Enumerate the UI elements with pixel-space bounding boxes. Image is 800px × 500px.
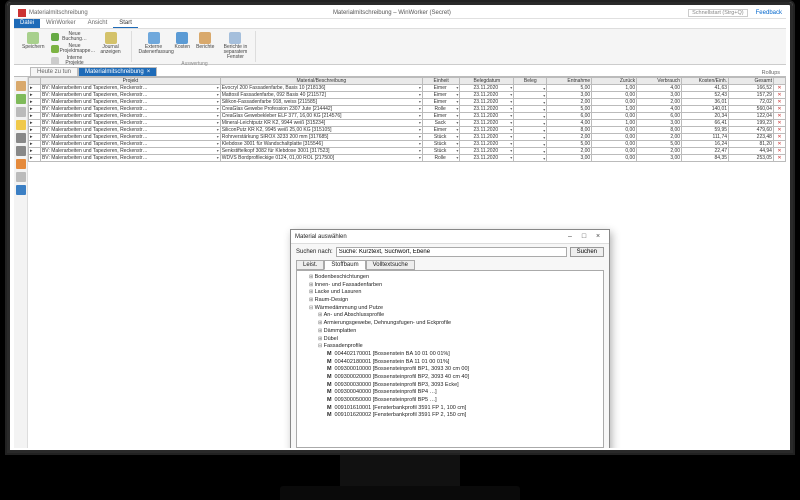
table-row[interactable]: ▸BV: Malerarbeiten und Tapezieren, Recke… (29, 127, 786, 134)
btn-kosten[interactable]: Kosten (173, 31, 193, 51)
minimize-icon[interactable]: – (563, 233, 577, 240)
folder-icon (51, 57, 59, 65)
tree-leaf[interactable]: M 009300040000 [Bossensteinprofil BP4 …] (327, 389, 600, 397)
table-row[interactable]: ▸BV: Malerarbeiten und Tapezieren, Recke… (29, 134, 786, 141)
quick-access[interactable]: Schnellstart (Strg+Q) (688, 9, 748, 17)
tree-node[interactable]: Innen- und Fassadenfarben (309, 282, 600, 290)
table-row[interactable]: ▸BV: Malerarbeiten und Tapezieren, Recke… (29, 85, 786, 92)
folder-plus-icon (51, 45, 59, 53)
maximize-icon[interactable]: □ (577, 233, 591, 240)
sidebar-icon-8[interactable] (16, 172, 26, 182)
title-left: Materialmitschreibung (29, 10, 88, 16)
tree-leaf[interactable]: M 009101620002 [Fensterbankprofil 3591 F… (327, 412, 600, 420)
sidebar-icon-1[interactable] (16, 81, 26, 91)
sidebar-icon-6[interactable] (16, 146, 26, 156)
group-auswertung-label: Auswertung (181, 61, 207, 67)
window-title: Materialmitschreibung – WinWorker (Secre… (96, 10, 688, 16)
table-row[interactable]: ▸BV: Malerarbeiten und Tapezieren, Recke… (29, 148, 786, 155)
btn-interne-projekte[interactable]: Interne Projekte (49, 55, 92, 67)
sidebar-icon-5[interactable] (16, 133, 26, 143)
tab-heute[interactable]: Heute zu tun (30, 67, 78, 76)
col-verbrauch[interactable]: Verbrauch (637, 78, 682, 85)
btn-sep-fenster[interactable]: Berichte in separatem Fenster (218, 31, 252, 61)
col-zurueck[interactable]: Zurück (592, 78, 637, 85)
tree-node[interactable]: Bodenbeschichtungen (309, 274, 600, 282)
tree-node[interactable]: An- und Abschlussprofile (318, 312, 600, 320)
tree-leaf[interactable]: M 004402180001 [Bossenstein BA 11 01 00 … (327, 359, 600, 367)
search-input[interactable] (336, 247, 567, 257)
app-icon (18, 9, 26, 17)
sidebar-icon-3[interactable] (16, 107, 26, 117)
btn-neue-buchung[interactable]: Neue Buchung… (49, 31, 92, 43)
btn-neue-projektmappe[interactable]: Neue Projektmappe… (49, 43, 92, 55)
table-row[interactable]: ▸BV: Malerarbeiten und Tapezieren, Recke… (29, 141, 786, 148)
feedback-link[interactable]: Feedback (756, 10, 782, 16)
close-icon[interactable]: × (147, 69, 151, 75)
close-dialog-icon[interactable]: × (591, 233, 605, 240)
btn-journal[interactable]: Journal anzeigen (94, 31, 128, 56)
table-row[interactable]: ▸BV: Malerarbeiten und Tapezieren, Recke… (29, 155, 786, 162)
window-icon (229, 32, 241, 44)
table-row[interactable]: ▸BV: Malerarbeiten und Tapezieren, Recke… (29, 113, 786, 120)
journal-icon (105, 32, 117, 44)
btn-speichern[interactable]: Speichern (20, 31, 47, 51)
document-tabs: Heute zu tun Materialmitschreibung× Roll… (14, 65, 786, 77)
dlg-tab-volltext[interactable]: Volltextsuche (366, 260, 415, 270)
tree-leaf[interactable]: M 009101610001 [Fensterbankprofil 3591 F… (327, 405, 600, 413)
tree-node[interactable]: Dübel (318, 336, 600, 344)
tree-node[interactable]: Dämmplatten (318, 328, 600, 336)
ribbon: Speichern Neue Buchung… Neue Projektmapp… (14, 29, 786, 65)
material-dialog: Material auswählen – □ × Suchen nach: Su… (290, 229, 610, 448)
tree-node[interactable]: Armierungsgewebe, Dehnungsfugen- und Eck… (318, 320, 600, 328)
search-label: Suchen nach: (296, 249, 333, 255)
tree-leaf[interactable]: M 004402170001 [Bossenstein BA 10 01 00 … (327, 351, 600, 359)
dlg-tab-stoffbaum[interactable]: Stoffbaum (324, 260, 365, 270)
table-row[interactable]: ▸BV: Malerarbeiten und Tapezieren, Recke… (29, 120, 786, 127)
material-table[interactable]: Projekt Material/Beschreibung Einheit Be… (28, 77, 786, 162)
col-beleg[interactable]: Beleg (514, 78, 547, 85)
table-row[interactable]: ▸BV: Malerarbeiten und Tapezieren, Recke… (29, 106, 786, 113)
save-icon (27, 32, 39, 44)
tree-leaf[interactable]: M 009300010000 [Bossensteinprofil BP1, 3… (327, 366, 600, 374)
table-row[interactable]: ▸BV: Malerarbeiten und Tapezieren, Recke… (29, 92, 786, 99)
tree-leaf[interactable]: M 009300020000 [Bossensteinprofil BP2, 3… (327, 374, 600, 382)
rollups-link[interactable]: Rollups (762, 70, 786, 76)
left-sidebar (14, 77, 28, 448)
ribbon-tab-winworker[interactable]: WinWorker (40, 19, 82, 28)
tree-leaf[interactable]: M 009300030000 [Bossensteinprofil BP3, 3… (327, 382, 600, 390)
plus-icon (51, 33, 59, 41)
col-entnahme[interactable]: Entnahme (547, 78, 592, 85)
dialog-title: Material auswählen (295, 234, 347, 240)
sidebar-icon-2[interactable] (16, 94, 26, 104)
title-bar: Materialmitschreibung Materialmitschreib… (14, 7, 786, 19)
ribbon-tab-file[interactable]: Datei (14, 19, 40, 28)
dlg-tab-leist[interactable]: Leist. (296, 260, 324, 270)
ribbon-tab-strip: Datei WinWorker Ansicht Materialmitschre… (14, 19, 786, 29)
ribbon-tab-start[interactable]: Start (113, 19, 138, 28)
sidebar-icon-9[interactable] (16, 185, 26, 195)
import-icon (148, 32, 160, 44)
tab-material[interactable]: Materialmitschreibung× (78, 67, 157, 76)
tree-node-open[interactable]: Wärmedämmung und PutzeAn- und Abschlussp… (309, 305, 600, 420)
cost-icon (176, 32, 188, 44)
btn-externe[interactable]: Externe Datenerfassung (137, 31, 171, 56)
tree-leaf[interactable]: M 009300050000 [Bossensteinprofil BP5 …] (327, 397, 600, 405)
col-material[interactable]: Material/Beschreibung (220, 78, 422, 85)
table-row[interactable]: ▸BV: Malerarbeiten und Tapezieren, Recke… (29, 99, 786, 106)
btn-berichte[interactable]: Berichte (194, 31, 216, 51)
sidebar-icon-4[interactable] (16, 120, 26, 130)
ribbon-tab-ansicht[interactable]: Ansicht (82, 19, 114, 28)
tree-node[interactable]: Raum-Design (309, 297, 600, 305)
search-button[interactable]: Suchen (570, 247, 604, 257)
sidebar-icon-7[interactable] (16, 159, 26, 169)
col-projekt[interactable]: Projekt (40, 78, 220, 85)
report-icon (199, 32, 211, 44)
col-kosten[interactable]: Kosten/Einh. (682, 78, 729, 85)
col-einheit[interactable]: Einheit (422, 78, 459, 85)
tree-node-open[interactable]: FassadenprofileM 004402170001 [Bossenste… (318, 343, 600, 420)
col-gesamt[interactable]: Gesamt (729, 78, 774, 85)
tree-node[interactable]: Lacke und Lasuren (309, 289, 600, 297)
col-belegdatum[interactable]: Belegdatum (460, 78, 514, 85)
material-tree[interactable]: BodenbeschichtungenInnen- und Fassadenfa… (300, 274, 600, 420)
